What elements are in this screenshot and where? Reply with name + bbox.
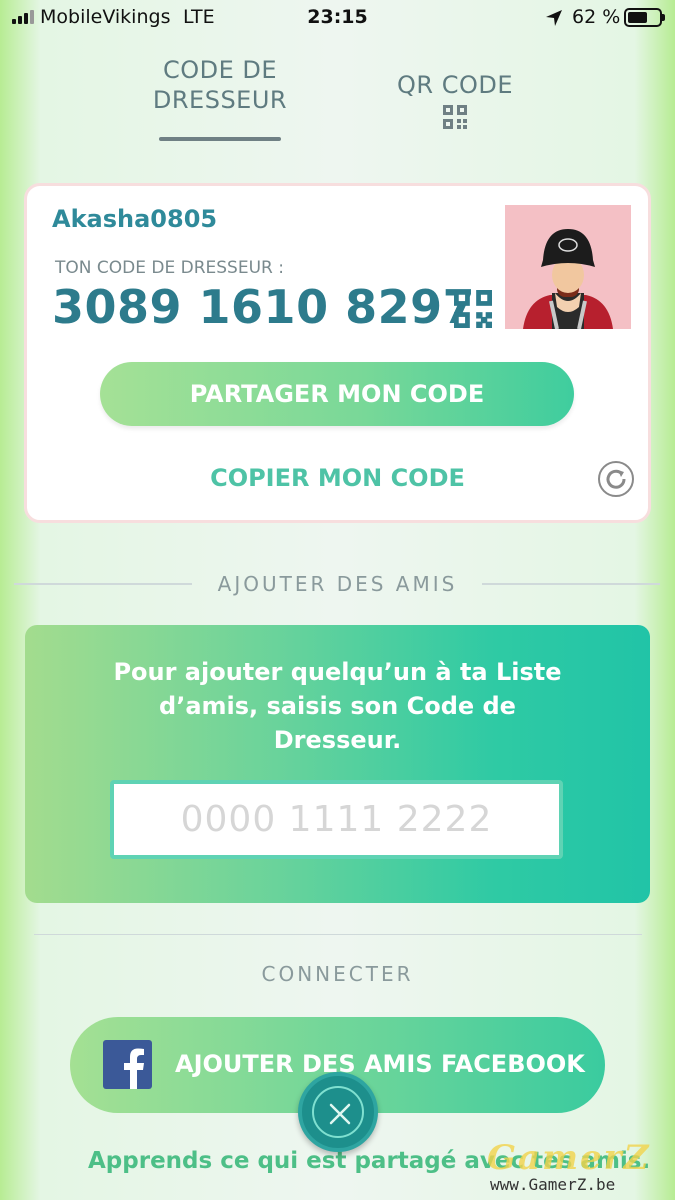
- qr-code-icon[interactable]: [454, 290, 492, 328]
- share-code-button[interactable]: PARTAGER MON CODE: [100, 362, 574, 426]
- trainer-username: Akasha0805: [52, 205, 218, 233]
- add-friend-instructions: Pour ajouter quelqu’un à ta Liste d’amis…: [113, 658, 562, 754]
- tab-trainer-code-label-line1: CODE DE: [162, 56, 278, 84]
- watermark-logo: GamerZ: [487, 1138, 651, 1178]
- battery-percent: 62 %: [572, 6, 621, 28]
- trainer-code-input[interactable]: [110, 780, 563, 859]
- tab-trainer-code-label-line2: DRESSEUR: [152, 86, 288, 114]
- status-bar: MobileVikings LTE 23:15 62 %: [0, 0, 675, 34]
- close-button-ring: [312, 1086, 364, 1138]
- location-arrow-icon: [546, 10, 562, 26]
- tab-trainer-code[interactable]: CODE DE DRESSEUR: [150, 55, 290, 115]
- add-friends-heading: AJOUTER DES AMIS: [217, 572, 458, 596]
- avatar-image: [505, 205, 631, 329]
- add-facebook-friends-label: AJOUTER DES AMIS FACEBOOK: [175, 1050, 585, 1078]
- tab-qr-code[interactable]: QR CODE: [380, 70, 530, 100]
- watermark-url: www.GamerZ.be: [490, 1175, 616, 1194]
- refresh-icon[interactable]: [597, 460, 635, 498]
- close-icon: [329, 1103, 351, 1125]
- battery-icon: [624, 8, 665, 27]
- trainer-code-label: TON CODE DE DRESSEUR :: [55, 258, 284, 278]
- facebook-icon: [103, 1040, 152, 1089]
- close-button[interactable]: [298, 1072, 378, 1152]
- battery-level: [628, 12, 647, 23]
- connect-heading: CONNECTER: [261, 962, 414, 986]
- qr-code-icon[interactable]: [443, 105, 467, 129]
- trainer-avatar: [505, 205, 631, 329]
- active-tab-indicator: [159, 137, 281, 141]
- divider-line: [34, 934, 642, 935]
- trainer-code-value: 3089 1610 8297: [52, 280, 476, 334]
- copy-code-button[interactable]: COPIER MON CODE: [0, 464, 675, 492]
- tab-qr-code-label: QR CODE: [397, 71, 513, 99]
